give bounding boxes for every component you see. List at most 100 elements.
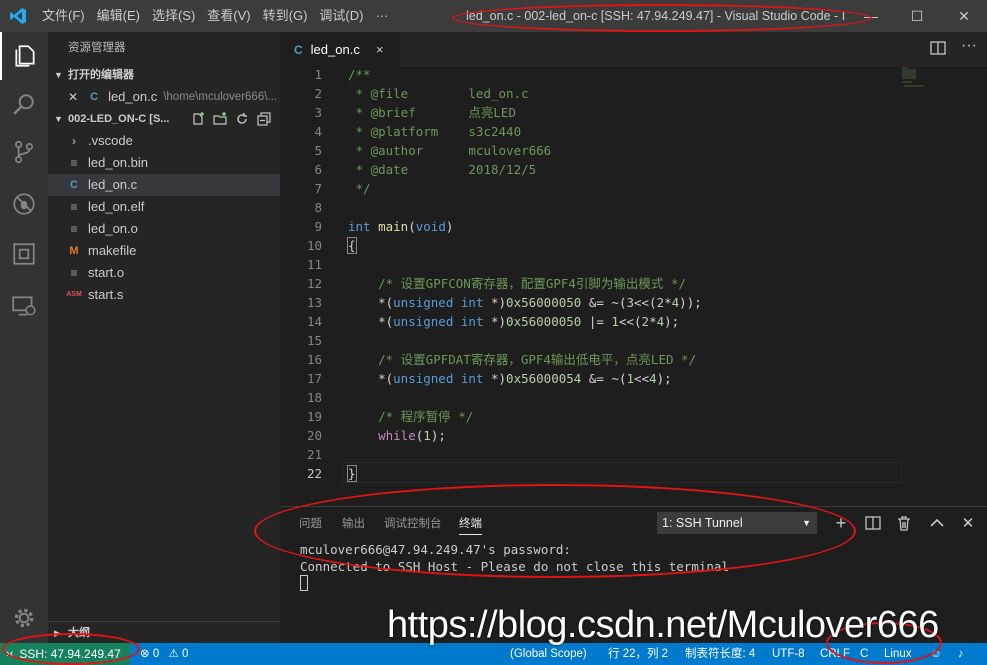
open-editor-name: led_on.c: [108, 89, 158, 104]
file-name: led_on.o: [88, 221, 138, 236]
refresh-icon[interactable]: [234, 111, 250, 127]
open-editors-header[interactable]: ▼ 打开的编辑器: [48, 64, 280, 86]
new-terminal-icon[interactable]: +: [831, 513, 851, 533]
chevron-down-icon: ▼: [54, 70, 63, 80]
close-icon[interactable]: ✕: [68, 86, 78, 108]
line-number: 5: [314, 143, 322, 158]
file-item[interactable]: › .vscode: [48, 130, 280, 152]
maximize-panel-icon[interactable]: [927, 513, 947, 533]
code-line: * @platform s3c2440: [348, 124, 522, 139]
extensions-icon[interactable]: [0, 230, 48, 278]
bell-icon[interactable]: ♪: [958, 643, 964, 665]
terminal-line: Connected to SSH Host - Please do not cl…: [300, 559, 729, 574]
file-item[interactable]: ≡ start.o: [48, 262, 280, 284]
activity-bar: [0, 32, 48, 643]
code-line: *(unsigned int *)0x56000050 &= ~(3<<(2*4…: [348, 295, 702, 310]
c-file-icon: C: [90, 91, 99, 103]
tab-terminal[interactable]: 终端: [459, 515, 482, 535]
split-editor-icon[interactable]: [930, 41, 946, 58]
line-number: 22: [306, 466, 322, 481]
terminal-select[interactable]: 1: SSH Tunnel ▼: [657, 512, 817, 534]
code-line: {: [347, 237, 357, 254]
warning-icon: ⚠: [168, 648, 179, 660]
line-number: 8: [314, 200, 322, 215]
split-terminal-icon[interactable]: [863, 513, 883, 533]
line-number: 19: [306, 409, 322, 424]
code-editor[interactable]: 1 2 3 4 5 6 7 8 9 10 11 12 13 14 15 16 17 18 19 20 21 22 /** …: [280, 67, 987, 499]
folder-header[interactable]: ▼ 002-LED_ON-C [S...: [48, 108, 280, 130]
code-line: * @author mculover666: [348, 143, 552, 158]
line-number: 18: [306, 390, 322, 405]
line-number: 10: [306, 238, 322, 253]
folder-name: 002-LED_ON-C [S...: [68, 113, 170, 125]
tab-problems[interactable]: 问题: [299, 515, 322, 531]
file-lines-icon: ≡: [70, 156, 78, 170]
maximize-button[interactable]: ☐: [894, 0, 940, 32]
file-item[interactable]: ASM start.s: [48, 284, 280, 306]
window-title: led_on.c - 002-led_on-c [SSH: 47.94.249.…: [466, 9, 846, 23]
more-actions-icon[interactable]: ···: [961, 37, 977, 55]
file-item[interactable]: Cled_on.c: [48, 174, 280, 196]
tab-close-icon[interactable]: ×: [376, 42, 384, 57]
close-panel-icon[interactable]: ✕: [958, 513, 978, 533]
new-file-icon[interactable]: [190, 111, 206, 127]
file-item[interactable]: ≡ led_on.bin: [48, 152, 280, 174]
code-line: */: [348, 181, 371, 196]
errors-value: 0: [152, 648, 160, 660]
line-number: 20: [306, 428, 322, 443]
file-tree: › .vscode ≡ led_on.bin Cled_on.c ≡ led_on.elf ≡…: [48, 130, 280, 306]
code-line: * @date 2018/12/5: [348, 162, 537, 177]
line-number: 3: [314, 105, 322, 120]
code-line: /**: [348, 67, 371, 82]
editor-tabs: C led_on.c × ···: [280, 32, 987, 67]
menu-go[interactable]: 转到(G): [257, 0, 314, 32]
tab-led-on-c[interactable]: C led_on.c ×: [280, 32, 400, 67]
explorer-icon[interactable]: [0, 32, 48, 80]
trash-icon[interactable]: [894, 513, 914, 533]
source-control-icon[interactable]: [0, 128, 48, 176]
file-item[interactable]: ≡ led_on.elf: [48, 196, 280, 218]
remote-indicator[interactable]: ›‹ SSH: 47.94.249.47: [0, 643, 130, 665]
file-item[interactable]: ≡ led_on.o: [48, 218, 280, 240]
file-item[interactable]: Mmakefile: [48, 240, 280, 262]
remote-icon: ›‹: [6, 648, 14, 660]
menu-debug[interactable]: 调试(D): [313, 0, 369, 32]
open-editor-item[interactable]: ✕ C led_on.c \home\mculover666\...: [48, 86, 280, 108]
line-number: 2: [314, 86, 322, 101]
collapse-all-icon[interactable]: [256, 111, 272, 127]
errors-count[interactable]: ⊗ 0 ⚠ 0: [140, 643, 188, 665]
search-icon[interactable]: [0, 80, 48, 128]
menu-selection[interactable]: 选择(S): [146, 0, 201, 32]
new-folder-icon[interactable]: [212, 111, 228, 127]
menu-more[interactable]: ···: [369, 0, 394, 32]
menu-edit[interactable]: 编辑(E): [91, 0, 146, 32]
line-number: 12: [306, 276, 322, 291]
file-name: led_on.elf: [88, 199, 145, 214]
menu-view[interactable]: 查看(V): [201, 0, 256, 32]
terminal-select-value: 1: SSH Tunnel: [662, 516, 743, 530]
debug-icon[interactable]: [0, 180, 48, 228]
open-editors-label: 打开的编辑器: [68, 69, 134, 81]
terminal-cursor: [300, 575, 308, 591]
close-window-button[interactable]: ✕: [941, 0, 987, 32]
settings-gear-icon[interactable]: [0, 594, 48, 642]
current-line-highlight: [342, 462, 902, 483]
code-line: *(unsigned int *)0x56000050 |= 1<<(2*4);: [348, 314, 680, 329]
code-line: *(unsigned int *)0x56000054 &= ~(1<<4);: [348, 371, 672, 386]
remote-explorer-icon[interactable]: [0, 282, 48, 330]
file-lines-icon: ≡: [70, 222, 78, 236]
code-line: * @file led_on.c: [348, 86, 529, 101]
tab-label: led_on.c: [310, 42, 360, 57]
tab-output[interactable]: 输出: [342, 515, 365, 531]
outline-header[interactable]: ▶ 大纲: [48, 621, 280, 643]
minimap[interactable]: [902, 67, 980, 91]
minimize-button[interactable]: —: [848, 0, 894, 32]
tab-debug-console[interactable]: 调试控制台: [384, 515, 442, 531]
menu-file[interactable]: 文件(F): [36, 0, 91, 32]
code-line: * @brief 点亮LED: [348, 105, 516, 120]
line-number: 16: [306, 352, 322, 367]
chevron-right-icon: ▶: [54, 627, 61, 638]
line-number: 17: [306, 371, 322, 386]
chevron-down-icon: ▼: [802, 518, 811, 528]
line-number: 11: [306, 257, 322, 272]
